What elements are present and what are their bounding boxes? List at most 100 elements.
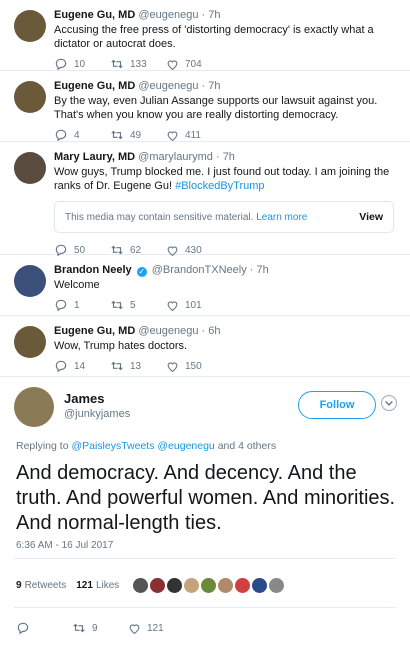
divider: [14, 558, 396, 559]
like-count: 704: [185, 58, 202, 70]
like-count: 430: [185, 244, 202, 256]
like-button[interactable]: 411: [166, 129, 222, 142]
reply-icon: [55, 360, 67, 373]
retweet-button[interactable]: 5: [110, 298, 166, 312]
replying-users-link[interactable]: @PaisleysTweets @eugenegu: [71, 440, 214, 452]
reply-icon: [55, 58, 67, 71]
author-handle[interactable]: @eugenegu: [138, 80, 198, 92]
like-button[interactable]: 121: [128, 622, 184, 635]
author-name[interactable]: James: [64, 391, 130, 406]
reply-tweet[interactable]: Eugene Gu, MD @eugenegu · 6h Wow, Trump …: [0, 316, 410, 377]
tweet-time[interactable]: 7h: [208, 9, 220, 21]
tweet-timestamp[interactable]: 6:36 AM - 16 Jul 2017: [16, 540, 113, 551]
retweets-stat[interactable]: 9 Retweets: [16, 580, 66, 591]
liker-avatar[interactable]: [201, 577, 217, 593]
replying-to: Replying to @PaisleysTweets @eugenegu an…: [16, 440, 276, 452]
author-handle[interactable]: @eugenegu: [138, 325, 198, 337]
author-name[interactable]: Eugene Gu, MD: [54, 9, 135, 21]
reply-icon: [17, 622, 29, 635]
retweet-icon: [111, 361, 123, 371]
author-name[interactable]: Mary Laury, MD: [54, 151, 135, 163]
verified-badge-icon: ✓: [136, 267, 147, 277]
author-name[interactable]: Eugene Gu, MD: [54, 325, 135, 337]
sensitive-media-text: This media may contain sensitive materia…: [65, 211, 254, 223]
liker-avatar[interactable]: [269, 577, 285, 593]
conversation-thread: Eugene Gu, MD @eugenegu · 7h Accusing th…: [0, 0, 410, 657]
chevron-down-icon[interactable]: [380, 394, 398, 412]
retweet-button[interactable]: 9: [72, 621, 128, 635]
tweet-actions: 1 5 101: [54, 292, 400, 318]
liker-avatar[interactable]: [167, 577, 183, 593]
avatar[interactable]: [14, 152, 46, 184]
retweet-count: 9: [92, 622, 98, 634]
reply-button[interactable]: 10: [54, 57, 110, 71]
retweet-button[interactable]: 13: [110, 359, 166, 373]
like-count: 411: [185, 129, 201, 141]
learn-more-link[interactable]: Learn more: [256, 212, 307, 223]
retweet-icon: [111, 59, 123, 69]
tweet-header: Brandon Neely ✓ @BrandonTXNeely · 7h: [54, 264, 269, 277]
like-button[interactable]: 704: [166, 58, 222, 71]
retweet-button[interactable]: 133: [110, 57, 166, 71]
liker-avatars: [133, 577, 285, 593]
reply-button[interactable]: [16, 621, 72, 635]
retweet-button[interactable]: 49: [110, 128, 166, 142]
reply-button[interactable]: 1: [54, 298, 110, 312]
retweet-icon: [111, 300, 123, 310]
tweet-actions: 9 121: [16, 615, 184, 641]
heart-icon: [167, 361, 178, 372]
liker-avatar[interactable]: [252, 577, 268, 593]
tweet-time[interactable]: 6h: [208, 325, 220, 337]
author-handle[interactable]: @eugenegu: [138, 9, 198, 21]
hashtag-link[interactable]: #BlockedByTrump: [175, 180, 264, 192]
liker-avatar[interactable]: [235, 577, 251, 593]
reply-tweet[interactable]: Brandon Neely ✓ @BrandonTXNeely · 7h Wel…: [0, 255, 410, 316]
avatar[interactable]: [14, 10, 46, 42]
reply-button[interactable]: 4: [54, 128, 110, 142]
reply-count: 14: [74, 360, 86, 372]
author-name[interactable]: Eugene Gu, MD: [54, 80, 135, 92]
reply-tweet[interactable]: Eugene Gu, MD @eugenegu · 7h By the way,…: [0, 71, 410, 142]
likes-count: 121: [76, 579, 93, 591]
tweet-text: Wow guys, Trump blocked me. I just found…: [54, 165, 400, 193]
avatar[interactable]: [14, 265, 46, 297]
reply-icon: [55, 299, 67, 312]
tweet-time[interactable]: 7h: [223, 151, 235, 163]
replying-suffix[interactable]: and 4 others: [215, 440, 276, 452]
retweet-count: 49: [130, 129, 142, 141]
reply-button[interactable]: 14: [54, 359, 110, 373]
reply-count: 50: [74, 244, 86, 256]
liker-avatar[interactable]: [218, 577, 234, 593]
liker-avatar[interactable]: [133, 577, 149, 593]
tweet-text: And democracy. And decency. And the trut…: [16, 462, 396, 534]
follow-button[interactable]: Follow: [298, 391, 376, 419]
avatar[interactable]: [14, 81, 46, 113]
retweet-count: 62: [130, 244, 142, 256]
tweet-text: By the way, even Julian Assange supports…: [54, 95, 378, 121]
author-handle[interactable]: @marylaurymd: [138, 151, 213, 163]
reply-count: 4: [74, 129, 80, 141]
author-name[interactable]: Brandon Neely: [54, 264, 132, 276]
likes-stat[interactable]: 121 Likes: [76, 580, 119, 591]
author-handle[interactable]: @BrandonTXNeely: [152, 264, 247, 276]
avatar[interactable]: [14, 326, 46, 358]
reply-tweet[interactable]: Eugene Gu, MD @eugenegu · 7h Accusing th…: [0, 0, 410, 71]
reply-count: 10: [74, 58, 86, 70]
like-count: 150: [185, 360, 202, 372]
tweet-time[interactable]: 7h: [257, 264, 269, 276]
reply-tweet[interactable]: Mary Laury, MD @marylaurymd · 7h Wow guy…: [0, 142, 410, 257]
author-handle[interactable]: @junkyjames: [64, 408, 130, 420]
avatar[interactable]: [14, 387, 54, 427]
view-media-button[interactable]: View: [359, 211, 383, 223]
author-info: James @junkyjames: [64, 391, 130, 420]
retweet-icon: [73, 623, 85, 633]
liker-avatar[interactable]: [150, 577, 166, 593]
retweet-count: 13: [130, 360, 142, 372]
heart-icon: [167, 59, 178, 70]
liker-avatar[interactable]: [184, 577, 200, 593]
retweet-count: 133: [130, 58, 147, 70]
tweet-header: Eugene Gu, MD @eugenegu · 7h: [54, 9, 221, 21]
tweet-time[interactable]: 7h: [208, 80, 220, 92]
like-button[interactable]: 101: [166, 299, 222, 312]
like-button[interactable]: 150: [166, 360, 222, 373]
